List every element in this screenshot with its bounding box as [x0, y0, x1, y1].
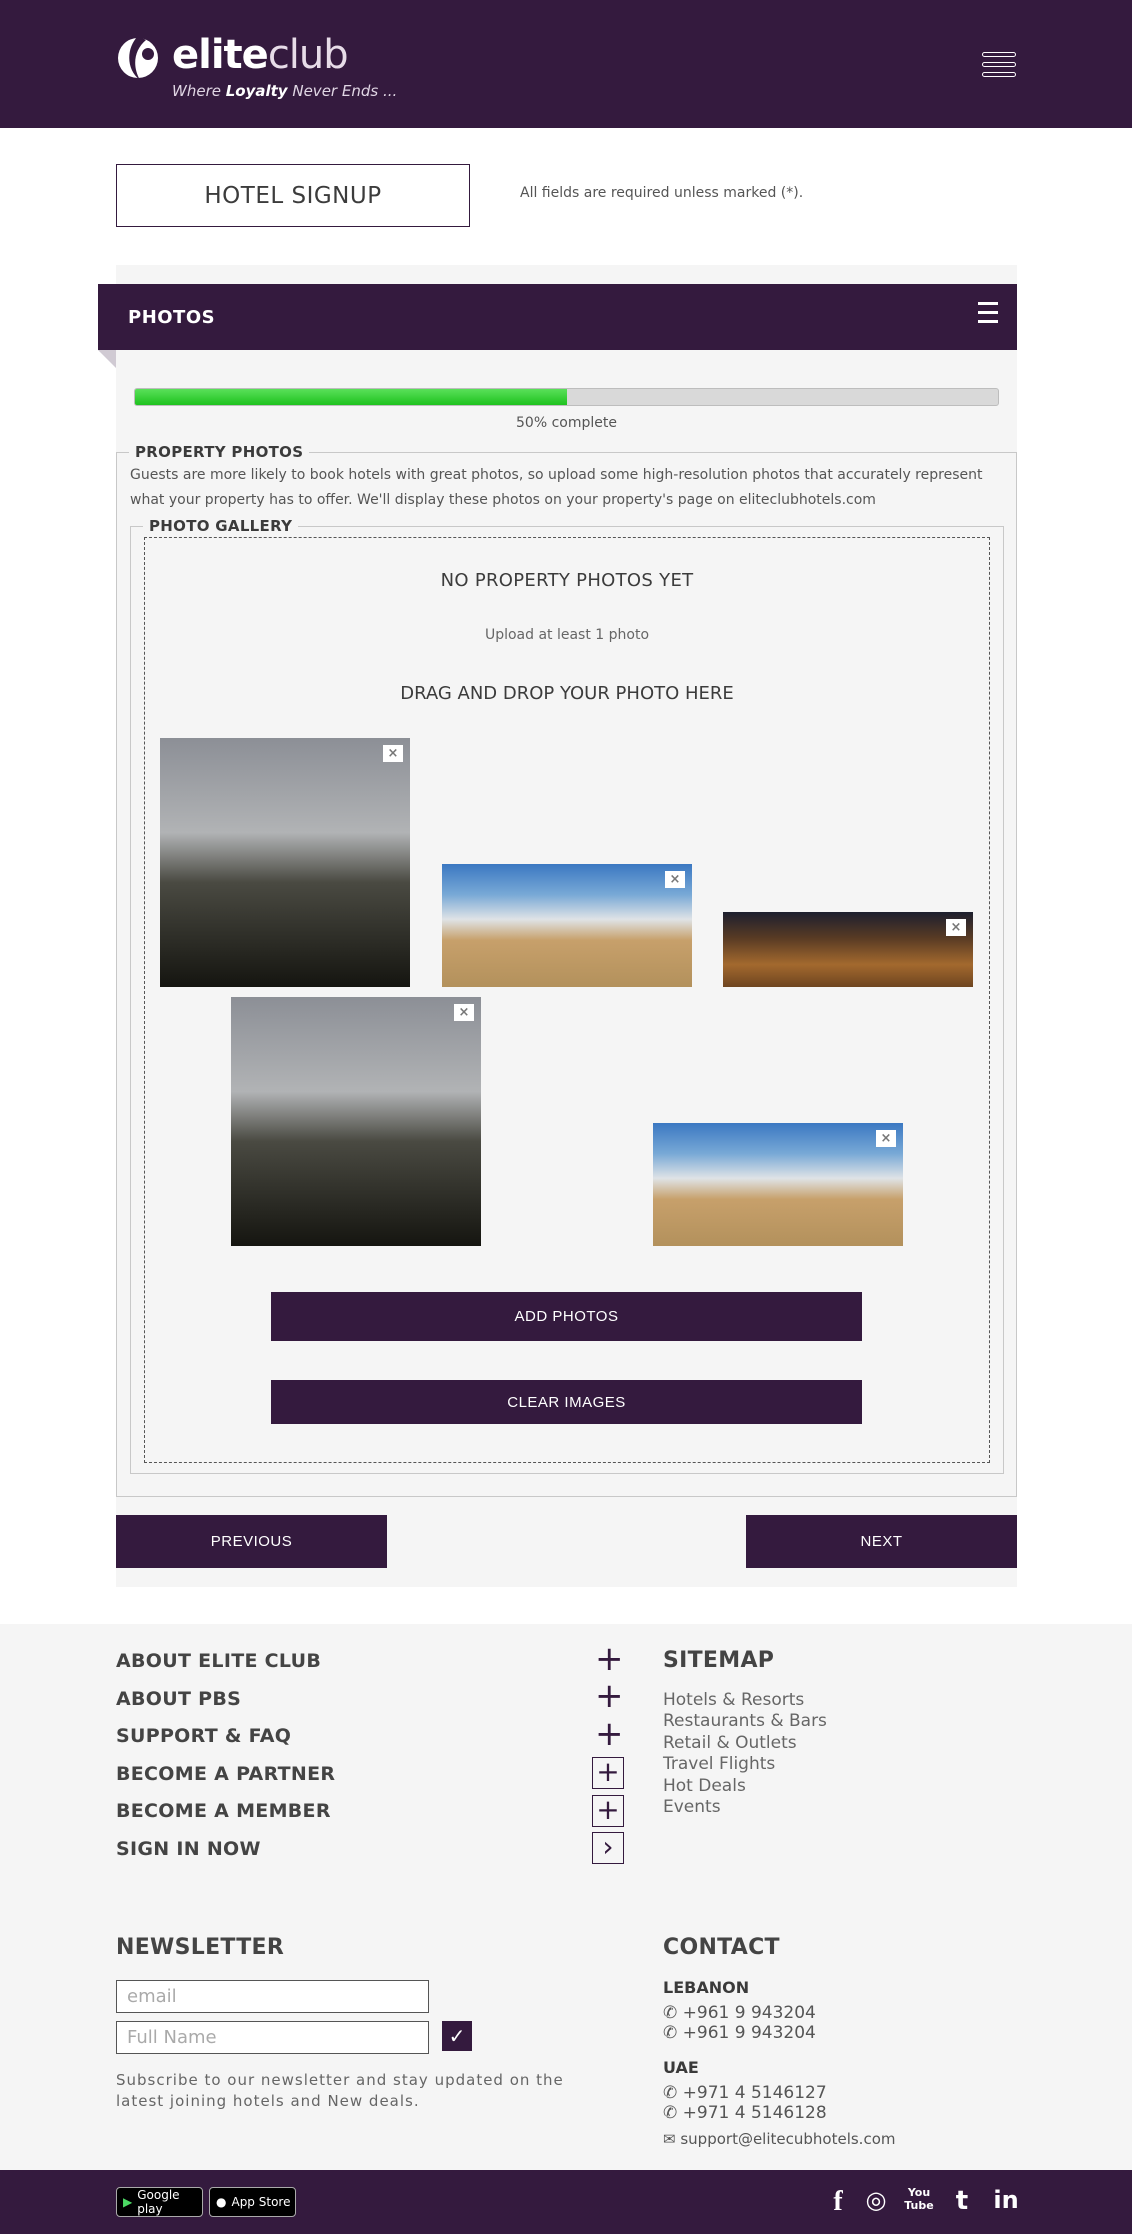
- expand-plus-icon[interactable]: +: [595, 1679, 624, 1713]
- phone-icon: ✆: [663, 2083, 678, 2103]
- play-icon: ▶: [123, 2195, 133, 2209]
- photo-thumbnail[interactable]: ×: [653, 1123, 903, 1246]
- remove-photo-icon[interactable]: ×: [876, 1130, 896, 1147]
- required-fields-note: All fields are required unless marked (*…: [520, 185, 804, 201]
- previous-button[interactable]: PREVIOUS: [116, 1515, 387, 1568]
- remove-photo-icon[interactable]: ×: [665, 871, 685, 888]
- chevron-right-icon[interactable]: ›: [592, 1832, 624, 1864]
- contact-lebanon-label: LEBANON: [663, 1978, 750, 1997]
- expand-plus-icon[interactable]: +: [592, 1795, 624, 1827]
- contact-phone[interactable]: ✆ +961 9 943204: [663, 2003, 816, 2023]
- photo-thumbnail[interactable]: ×: [231, 997, 481, 1246]
- facebook-icon[interactable]: f: [828, 2186, 848, 2218]
- footer-link-support-faq[interactable]: SUPPORT & FAQ: [116, 1725, 291, 1747]
- drag-drop-label: DRAG AND DROP YOUR PHOTO HERE: [400, 683, 734, 704]
- newsletter-name-input[interactable]: Full Name: [116, 2021, 429, 2054]
- apple-icon: ●: [216, 2195, 227, 2209]
- linkedin-icon[interactable]: in: [988, 2186, 1024, 2214]
- expand-plus-icon[interactable]: +: [595, 1717, 624, 1751]
- newsletter-submit-button[interactable]: ✓: [442, 2021, 472, 2051]
- add-photos-button[interactable]: ADD PHOTOS: [271, 1292, 862, 1341]
- progress-bar-fill: [135, 389, 567, 405]
- property-photos-description: Guests are more likely to book hotels wi…: [130, 467, 983, 508]
- section-menu-icon[interactable]: [978, 302, 998, 328]
- google-play-badge[interactable]: ▶ Google play: [116, 2187, 203, 2217]
- expand-plus-icon[interactable]: +: [595, 1642, 624, 1676]
- sitemap-link-retail[interactable]: Retail & Outlets: [663, 1733, 797, 1753]
- newsletter-description: Subscribe to our newsletter and stay upd…: [116, 2071, 564, 2110]
- site-header: [0, 0, 1132, 128]
- contact-uae-label: UAE: [663, 2058, 699, 2077]
- elite-club-logo-icon[interactable]: [116, 30, 160, 84]
- sitemap-title: SITEMAP: [663, 1648, 775, 1673]
- sitemap-link-restaurants[interactable]: Restaurants & Bars: [663, 1711, 827, 1731]
- mail-icon: ✉: [663, 2130, 676, 2148]
- progress-label: 50% complete: [516, 415, 617, 431]
- photo-thumbnail[interactable]: ×: [723, 912, 973, 987]
- progress-bar: [134, 388, 999, 406]
- sitemap-link-hot-deals[interactable]: Hot Deals: [663, 1776, 746, 1796]
- twitter-icon[interactable]: t: [947, 2186, 977, 2216]
- section-title: PHOTOS: [128, 306, 216, 328]
- clear-images-button[interactable]: CLEAR IMAGES: [271, 1380, 862, 1424]
- footer-link-about-pbs[interactable]: ABOUT PBS: [116, 1688, 241, 1710]
- main-menu-button[interactable]: [982, 52, 1016, 80]
- remove-photo-icon[interactable]: ×: [946, 919, 966, 936]
- ribbon-fold: [98, 350, 116, 368]
- remove-photo-icon[interactable]: ×: [383, 745, 403, 762]
- youtube-icon[interactable]: You Tube: [903, 2186, 935, 2212]
- remove-photo-icon[interactable]: ×: [454, 1004, 474, 1021]
- logo-tagline: Where Loyalty Never Ends ...: [172, 82, 398, 100]
- sitemap-link-hotels[interactable]: Hotels & Resorts: [663, 1690, 804, 1710]
- footer-link-become-member[interactable]: BECOME A MEMBER: [116, 1800, 331, 1822]
- next-button[interactable]: NEXT: [746, 1515, 1017, 1568]
- footer-link-sign-in[interactable]: SIGN IN NOW: [116, 1838, 261, 1860]
- contact-phone[interactable]: ✆ +971 4 5146127: [663, 2083, 827, 2103]
- photo-thumbnail[interactable]: ×: [442, 864, 692, 987]
- logo-wordmark[interactable]: eliteclub: [172, 30, 349, 80]
- contact-title: CONTACT: [663, 1935, 780, 1960]
- newsletter-email-input[interactable]: email: [116, 1980, 429, 2013]
- sitemap-link-flights[interactable]: Travel Flights: [663, 1754, 775, 1774]
- contact-phone[interactable]: ✆ +961 9 943204: [663, 2023, 816, 2043]
- section-header: PHOTOS: [98, 284, 1017, 350]
- sitemap-link-events[interactable]: Events: [663, 1797, 721, 1817]
- photo-gallery-legend: PHOTO GALLERY: [149, 517, 293, 535]
- phone-icon: ✆: [663, 2103, 678, 2123]
- empty-gallery-title: NO PROPERTY PHOTOS YET: [440, 570, 694, 591]
- footer-link-become-partner[interactable]: BECOME A PARTNER: [116, 1763, 335, 1785]
- expand-plus-icon[interactable]: +: [592, 1757, 624, 1789]
- contact-phone[interactable]: ✆ +971 4 5146128: [663, 2103, 827, 2123]
- footer-link-about-elite-club[interactable]: ABOUT ELITE CLUB: [116, 1650, 321, 1672]
- phone-icon: ✆: [663, 2023, 678, 2043]
- property-photos-legend: PROPERTY PHOTOS: [135, 443, 304, 461]
- instagram-icon[interactable]: ◎: [861, 2186, 891, 2214]
- photo-thumbnail[interactable]: ×: [160, 738, 410, 987]
- phone-icon: ✆: [663, 2003, 678, 2023]
- page-title: HOTEL SIGNUP: [116, 164, 470, 227]
- contact-email[interactable]: ✉ support@elitecubhotels.com: [663, 2130, 895, 2148]
- newsletter-title: NEWSLETTER: [116, 1935, 285, 1960]
- app-store-badge[interactable]: ● App Store: [209, 2187, 296, 2217]
- upload-hint: Upload at least 1 photo: [484, 627, 650, 643]
